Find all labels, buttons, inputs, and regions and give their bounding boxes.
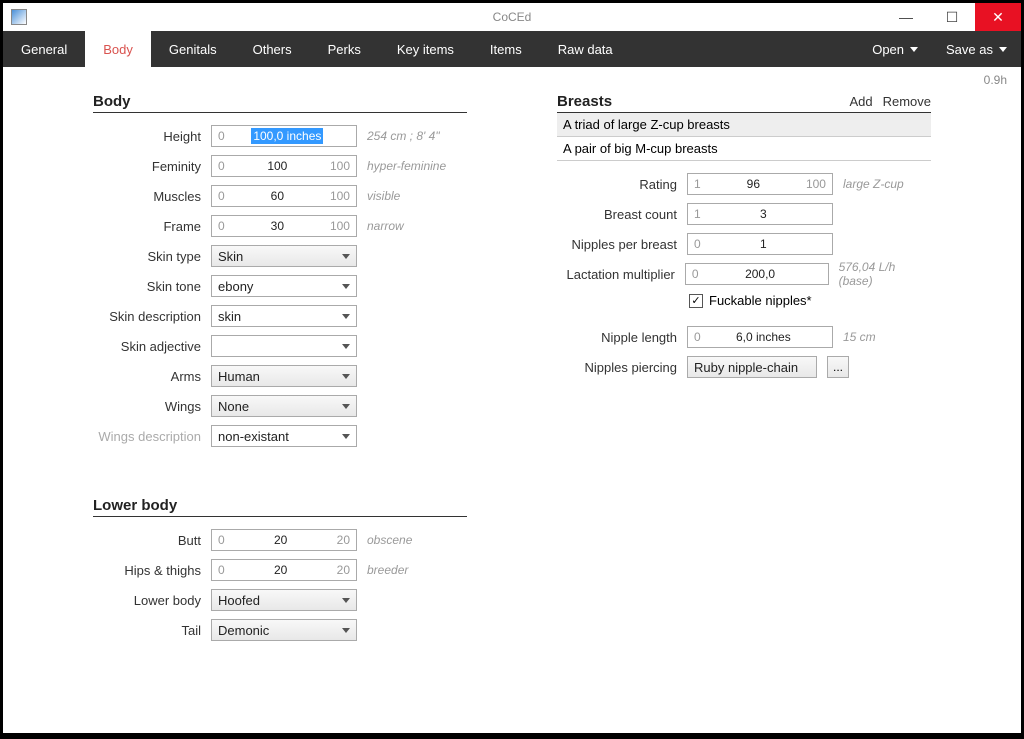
chevron-down-icon (342, 374, 350, 379)
hips-input[interactable]: 02020 (211, 559, 357, 581)
tab-body[interactable]: Body (85, 31, 151, 67)
section-breasts-head: Breasts Add Remove (557, 93, 931, 113)
tab-raw-data[interactable]: Raw data (540, 31, 631, 67)
fuckable-checkbox-row[interactable]: ✓ Fuckable nipples* (689, 293, 931, 308)
version-label: 0.9h (984, 73, 1007, 87)
chevron-down-icon (342, 404, 350, 409)
save-as-label: Save as (946, 42, 993, 57)
section-lower-title: Lower body (93, 497, 467, 517)
feminity-input[interactable]: 0100100 (211, 155, 357, 177)
lower-body-label: Lower body (93, 593, 201, 608)
breast-row-1[interactable]: A pair of big M-cup breasts (557, 137, 931, 161)
tail-label: Tail (93, 623, 201, 638)
height-hint: 254 cm ; 8' 4" (367, 129, 440, 143)
chevron-down-icon (342, 254, 350, 259)
skin-tone-label: Skin tone (93, 279, 201, 294)
fuckable-label: Fuckable nipples* (709, 293, 812, 308)
nipples-per-label: Nipples per breast (557, 237, 677, 252)
skin-adj-combo[interactable] (211, 335, 357, 357)
breast-row-0[interactable]: A triad of large Z-cup breasts (557, 113, 931, 137)
frame-input[interactable]: 030100 (211, 215, 357, 237)
height-label: Height (93, 129, 201, 144)
chevron-down-icon (342, 344, 350, 349)
muscles-label: Muscles (93, 189, 201, 204)
wings-desc-combo[interactable]: non-existant (211, 425, 357, 447)
hips-hint: breeder (367, 563, 408, 577)
tab-genitals[interactable]: Genitals (151, 31, 235, 67)
caret-down-icon (999, 47, 1007, 52)
lactation-label: Lactation multiplier (557, 267, 675, 282)
tab-perks[interactable]: Perks (310, 31, 379, 67)
lactation-input[interactable]: 0200,0 (685, 263, 829, 285)
skin-desc-combo[interactable]: skin (211, 305, 357, 327)
wings-combo[interactable]: None (211, 395, 357, 417)
chevron-down-icon (342, 434, 350, 439)
piercing-label: Nipples piercing (557, 360, 677, 375)
breast-count-label: Breast count (557, 207, 677, 222)
wings-desc-label: Wings description (93, 429, 201, 444)
tab-key-items[interactable]: Key items (379, 31, 472, 67)
tab-general[interactable]: General (3, 31, 85, 67)
chevron-down-icon (342, 598, 350, 603)
window-controls: — ☐ ✕ (883, 3, 1021, 31)
chevron-down-icon (342, 284, 350, 289)
butt-input[interactable]: 02020 (211, 529, 357, 551)
hips-label: Hips & thighs (93, 563, 201, 578)
open-menu[interactable]: Open (858, 31, 932, 67)
butt-label: Butt (93, 533, 201, 548)
feminity-hint: hyper-feminine (367, 159, 446, 173)
height-input[interactable]: 0100,0 inches (211, 125, 357, 147)
skin-type-label: Skin type (93, 249, 201, 264)
frame-hint: narrow (367, 219, 404, 233)
skin-type-combo[interactable]: Skin (211, 245, 357, 267)
muscles-input[interactable]: 060100 (211, 185, 357, 207)
butt-hint: obscene (367, 533, 412, 547)
nipple-len-hint: 15 cm (843, 330, 876, 344)
piercing-more-button[interactable]: ... (827, 356, 849, 378)
breast-count-input[interactable]: 13 (687, 203, 833, 225)
lactation-hint: 576,04 L/h (base) (839, 260, 931, 288)
tail-combo[interactable]: Demonic (211, 619, 357, 641)
right-column: Breasts Add Remove A triad of large Z-cu… (557, 77, 931, 733)
checkbox-icon: ✓ (689, 294, 703, 308)
nipple-len-label: Nipple length (557, 330, 677, 345)
close-button[interactable]: ✕ (975, 3, 1021, 31)
rating-hint: large Z-cup (843, 177, 904, 191)
arms-label: Arms (93, 369, 201, 384)
tab-others[interactable]: Others (235, 31, 310, 67)
content: 0.9h Body Height 0100,0 inches 254 cm ; … (3, 67, 1021, 733)
skin-tone-combo[interactable]: ebony (211, 275, 357, 297)
open-label: Open (872, 42, 904, 57)
remove-button[interactable]: Remove (883, 94, 931, 109)
add-button[interactable]: Add (849, 94, 872, 109)
piercing-combo[interactable]: Ruby nipple-chain (687, 356, 817, 378)
chevron-down-icon (342, 314, 350, 319)
minimize-button[interactable]: — (883, 3, 929, 31)
skin-adj-label: Skin adjective (93, 339, 201, 354)
lower-body-combo[interactable]: Hoofed (211, 589, 357, 611)
rating-label: Rating (557, 177, 677, 192)
left-column: Body Height 0100,0 inches 254 cm ; 8' 4"… (93, 77, 467, 733)
window-title: CoCEd (493, 10, 532, 24)
app-icon (11, 9, 27, 25)
section-breasts-title: Breasts (557, 93, 612, 110)
nipples-per-input[interactable]: 01 (687, 233, 833, 255)
app-window: CoCEd — ☐ ✕ General Body Genitals Others… (3, 3, 1021, 733)
chevron-down-icon (342, 628, 350, 633)
wings-label: Wings (93, 399, 201, 414)
save-as-menu[interactable]: Save as (932, 31, 1021, 67)
titlebar: CoCEd — ☐ ✕ (3, 3, 1021, 31)
skin-desc-label: Skin description (93, 309, 201, 324)
nipple-len-input[interactable]: 06,0 inches (687, 326, 833, 348)
menubar: General Body Genitals Others Perks Key i… (3, 31, 1021, 67)
frame-label: Frame (93, 219, 201, 234)
maximize-button[interactable]: ☐ (929, 3, 975, 31)
caret-down-icon (910, 47, 918, 52)
rating-input[interactable]: 196100 (687, 173, 833, 195)
muscles-hint: visible (367, 189, 400, 203)
arms-combo[interactable]: Human (211, 365, 357, 387)
section-body-title: Body (93, 93, 467, 113)
feminity-label: Feminity (93, 159, 201, 174)
tab-items[interactable]: Items (472, 31, 540, 67)
